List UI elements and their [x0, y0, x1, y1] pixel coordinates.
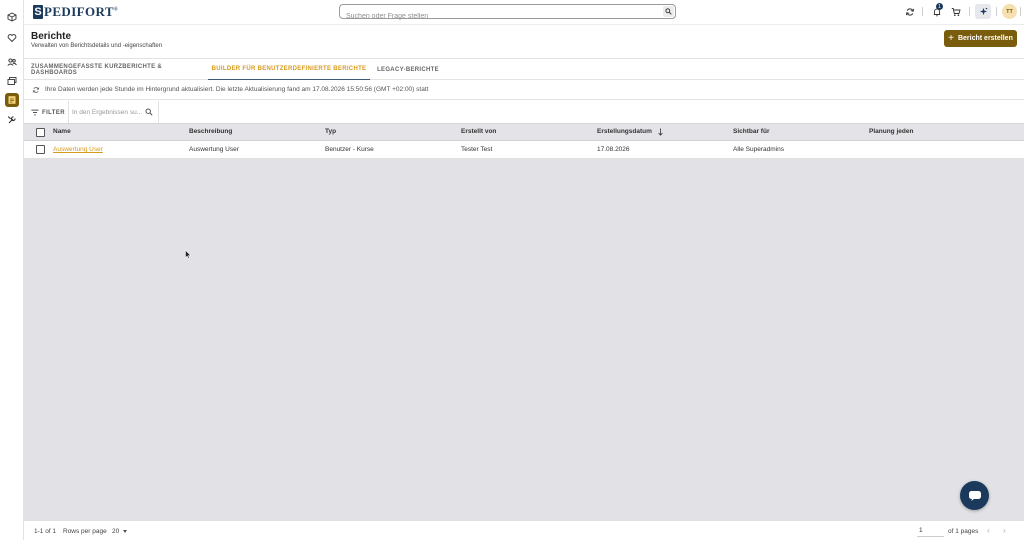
folders-icon[interactable]: [5, 74, 19, 88]
pagination: 1-1 of 1 Rows per page 20 of 1 pages ‹ ›: [24, 520, 1024, 540]
next-page-icon[interactable]: ›: [1003, 527, 1006, 535]
column-header-created-date[interactable]: Erstellungsdatum: [597, 128, 652, 135]
global-search: [339, 4, 676, 23]
tab-summary-dashboards[interactable]: Zusammengefasste Kurzberichte & Dashboar…: [31, 59, 201, 80]
tab-bar: Zusammengefasste Kurzberichte & Dashboar…: [24, 58, 1024, 80]
chat-icon: [968, 490, 981, 501]
cube-icon[interactable]: [5, 10, 19, 24]
update-info: Ihre Daten werden jede Stunde im Hinterg…: [24, 80, 1024, 100]
refresh-icon[interactable]: [904, 6, 915, 17]
report-name-link[interactable]: Auswertung User: [53, 146, 103, 153]
notification-badge: 1: [936, 3, 943, 10]
column-header-name[interactable]: Name: [53, 128, 71, 135]
rows-per-page-select[interactable]: 20: [112, 528, 119, 535]
sidebar: [0, 0, 24, 540]
ai-sparkle-button[interactable]: [975, 4, 991, 19]
logo-mark: S: [33, 5, 43, 19]
column-header-schedule[interactable]: Planung jeden: [869, 128, 913, 135]
chat-button[interactable]: [960, 481, 989, 510]
table-row[interactable]: Auswertung User Auswertung User Benutzer…: [24, 141, 1024, 159]
reports-icon[interactable]: [5, 93, 19, 107]
cell-created-date: 17.08.2026: [597, 146, 630, 153]
column-header-visible-for[interactable]: Sichtbar für: [733, 128, 769, 135]
column-header-type[interactable]: Typ: [325, 128, 336, 135]
top-bar: S PEDIFORT®: [24, 0, 1024, 24]
chevron-down-icon[interactable]: [123, 530, 127, 533]
column-header-description[interactable]: Beschreibung: [189, 128, 232, 135]
results-search: [68, 101, 159, 123]
table-header: Name Beschreibung Typ Erstellt von Erste…: [24, 124, 1024, 141]
logo-text: PEDIFORT®: [44, 4, 119, 19]
create-report-label: Bericht erstellen: [957, 35, 1013, 42]
create-report-button[interactable]: + Bericht erstellen: [944, 30, 1017, 47]
sparkle-icon: [979, 7, 987, 16]
page-number-input[interactable]: [917, 525, 944, 537]
heart-icon[interactable]: [5, 31, 19, 45]
rows-per-page-label: Rows per page: [63, 528, 107, 535]
separator: [1020, 7, 1021, 16]
avatar[interactable]: TT: [1002, 4, 1017, 19]
select-all-checkbox[interactable]: [36, 128, 45, 137]
refresh-icon: [32, 87, 40, 93]
separator: [996, 7, 997, 16]
filter-icon: [31, 109, 39, 116]
page-header: Berichte Verwalten von Berichtsdetails u…: [24, 24, 1024, 58]
filter-button[interactable]: FILTER: [31, 108, 65, 117]
table-empty-area: [24, 159, 1024, 520]
cell-type: Benutzer - Kurse: [325, 146, 374, 153]
cell-visible-for: Alle Superadmins: [733, 146, 784, 153]
column-header-created-by[interactable]: Erstellt von: [461, 128, 496, 135]
results-search-input[interactable]: [72, 107, 144, 117]
users-icon[interactable]: [5, 55, 19, 69]
cart-icon[interactable]: [950, 6, 961, 17]
row-checkbox[interactable]: [36, 145, 45, 154]
global-search-input[interactable]: [340, 10, 650, 23]
cell-created-by: Tester Test: [461, 146, 493, 153]
logo[interactable]: S PEDIFORT®: [33, 4, 118, 20]
page-subtitle: Verwalten von Berichtsdetails und -eigen…: [31, 43, 163, 49]
mouse-cursor-icon: [185, 250, 191, 259]
page-title: Berichte: [31, 31, 72, 42]
update-info-text: Ihre Daten werden jede Stunde im Hinterg…: [45, 86, 429, 93]
pagination-range: 1-1 of 1: [34, 528, 57, 535]
filter-bar: FILTER: [24, 101, 1024, 124]
separator: [922, 7, 923, 16]
tools-icon[interactable]: [5, 113, 19, 127]
sort-desc-icon[interactable]: [658, 128, 663, 136]
prev-page-icon[interactable]: ‹: [987, 527, 990, 535]
total-pages-text: of 1 pages: [948, 528, 979, 535]
tab-custom-report-builder[interactable]: Builder für benutzerdefinierte Berichte: [208, 59, 370, 80]
search-icon[interactable]: [663, 6, 674, 17]
tab-legacy-reports[interactable]: Legacy-Berichte: [376, 59, 440, 80]
separator: [969, 7, 970, 16]
filter-label: FILTER: [42, 109, 65, 116]
cell-description: Auswertung User: [189, 146, 239, 153]
search-icon[interactable]: [145, 108, 153, 116]
plus-icon: +: [948, 32, 954, 44]
